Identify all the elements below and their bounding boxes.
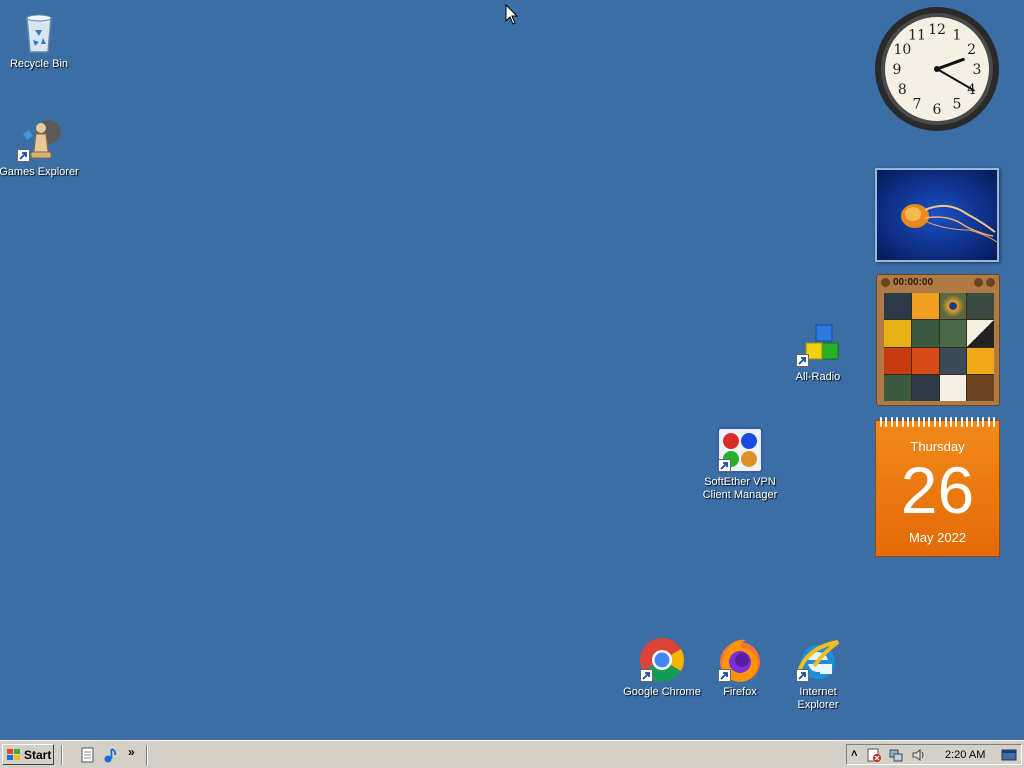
desktop-icon-games-explorer[interactable]: Games Explorer bbox=[0, 116, 79, 179]
puzzle-tile[interactable] bbox=[939, 320, 967, 347]
firefox-label: Firefox bbox=[723, 686, 757, 698]
puzzle-tile[interactable] bbox=[939, 347, 967, 374]
softether-vpn-label: SoftEther VPN Client Manager bbox=[702, 476, 778, 501]
show-desktop-icon[interactable] bbox=[80, 747, 96, 763]
shortcut-arrow-icon bbox=[796, 354, 809, 367]
puzzle-tile[interactable] bbox=[884, 347, 911, 374]
taskbar-clock[interactable]: 2:20 AM bbox=[945, 749, 985, 761]
puzzle-tile[interactable] bbox=[884, 293, 911, 320]
shortcut-arrow-icon bbox=[640, 669, 653, 682]
firefox-icon bbox=[716, 636, 764, 684]
puzzle-grid bbox=[884, 293, 994, 401]
volume-icon[interactable] bbox=[911, 748, 925, 762]
mouse-cursor-icon bbox=[505, 4, 519, 25]
clock-numeral: 2 bbox=[967, 42, 976, 58]
all-radio-label: All-Radio bbox=[795, 371, 841, 383]
slideshow-gadget[interactable] bbox=[875, 168, 999, 262]
puzzle-tile[interactable] bbox=[911, 293, 939, 320]
puzzle-help-icon[interactable] bbox=[974, 278, 983, 287]
recycle-bin-label: Recycle Bin bbox=[9, 58, 69, 70]
calendar-weekday: Thursday bbox=[910, 439, 965, 454]
network-icon[interactable] bbox=[889, 748, 903, 762]
clock-numeral: 11 bbox=[908, 27, 926, 43]
clock-numeral: 9 bbox=[893, 62, 902, 78]
desktop-icon-firefox[interactable]: Firefox bbox=[700, 636, 780, 699]
show-desktop-tray-icon[interactable] bbox=[1001, 748, 1017, 762]
puzzle-tile[interactable] bbox=[884, 320, 911, 347]
softether-vpn-icon bbox=[716, 426, 764, 474]
taskbar: Start » ˄ 2:20 AM bbox=[0, 740, 1024, 768]
google-chrome-label: Google Chrome bbox=[623, 686, 701, 698]
shortcut-arrow-icon bbox=[718, 669, 731, 682]
internet-explorer-label: Internet Explorer bbox=[797, 686, 839, 711]
puzzle-tile[interactable] bbox=[911, 374, 939, 401]
shortcut-arrow-icon bbox=[796, 669, 809, 682]
media-player-icon[interactable] bbox=[102, 747, 118, 763]
system-tray: ˄ 2:20 AM bbox=[846, 744, 1022, 765]
puzzle-tile[interactable] bbox=[967, 293, 994, 320]
shortcut-arrow-icon bbox=[718, 459, 731, 472]
desktop-icon-recycle-bin[interactable]: Recycle Bin bbox=[0, 8, 79, 71]
taskbar-divider bbox=[61, 745, 63, 765]
security-alert-icon[interactable] bbox=[867, 748, 881, 762]
games-explorer-icon bbox=[15, 116, 63, 164]
calendar-month-year: May 2022 bbox=[908, 530, 967, 545]
internet-explorer-icon bbox=[794, 636, 842, 684]
games-explorer-label: Games Explorer bbox=[0, 166, 79, 178]
jellyfish-image bbox=[877, 170, 997, 260]
puzzle-tile[interactable] bbox=[911, 347, 939, 374]
clock-gadget[interactable]: 121234567891011 bbox=[874, 6, 1000, 132]
desktop-icon-google-chrome[interactable]: Google Chrome bbox=[622, 636, 702, 699]
desktop-icon-all-radio[interactable]: All-Radio bbox=[778, 321, 858, 384]
calendar-rings bbox=[880, 417, 995, 427]
puzzle-reset-icon[interactable] bbox=[881, 278, 890, 287]
puzzle-tile[interactable] bbox=[939, 374, 967, 401]
clock-numeral: 12 bbox=[928, 22, 946, 38]
desktop-icon-softether-vpn[interactable]: SoftEther VPN Client Manager bbox=[697, 426, 783, 502]
all-radio-icon bbox=[794, 321, 842, 369]
start-label: Start bbox=[24, 747, 52, 762]
clock-numeral: 1 bbox=[953, 27, 962, 43]
puzzle-tile[interactable] bbox=[911, 320, 939, 347]
taskbar-divider bbox=[146, 745, 148, 765]
tray-expand-button[interactable]: ˄ bbox=[851, 748, 865, 762]
calendar-gadget[interactable]: Thursday 26 May 2022 bbox=[875, 417, 1000, 557]
chrome-icon bbox=[638, 636, 686, 684]
start-button[interactable]: Start bbox=[2, 744, 54, 765]
clock-numeral: 5 bbox=[953, 97, 962, 113]
clock-numeral: 10 bbox=[893, 42, 911, 58]
clock-numeral: 7 bbox=[913, 97, 922, 113]
puzzle-tile[interactable] bbox=[967, 320, 994, 347]
puzzle-tile[interactable] bbox=[967, 347, 994, 374]
puzzle-tile[interactable] bbox=[939, 293, 967, 320]
clock-numeral: 8 bbox=[898, 82, 907, 98]
picture-puzzle-gadget[interactable]: 00:00:00 bbox=[876, 274, 1000, 406]
puzzle-tile[interactable] bbox=[884, 374, 911, 401]
quick-launch-overflow-button[interactable]: » bbox=[128, 745, 144, 761]
windows-logo-icon bbox=[7, 748, 20, 760]
desktop-icon-internet-explorer[interactable]: Internet Explorer bbox=[778, 636, 858, 712]
puzzle-shuffle-icon[interactable] bbox=[986, 278, 995, 287]
shortcut-arrow-icon bbox=[17, 149, 30, 162]
puzzle-tile-empty[interactable] bbox=[967, 374, 994, 401]
clock-numeral: 3 bbox=[973, 62, 982, 78]
recycle-bin-icon bbox=[15, 8, 63, 56]
clock-numeral: 6 bbox=[933, 102, 942, 118]
calendar-date: 26 bbox=[900, 453, 975, 527]
puzzle-timer: 00:00:00 bbox=[893, 277, 934, 288]
